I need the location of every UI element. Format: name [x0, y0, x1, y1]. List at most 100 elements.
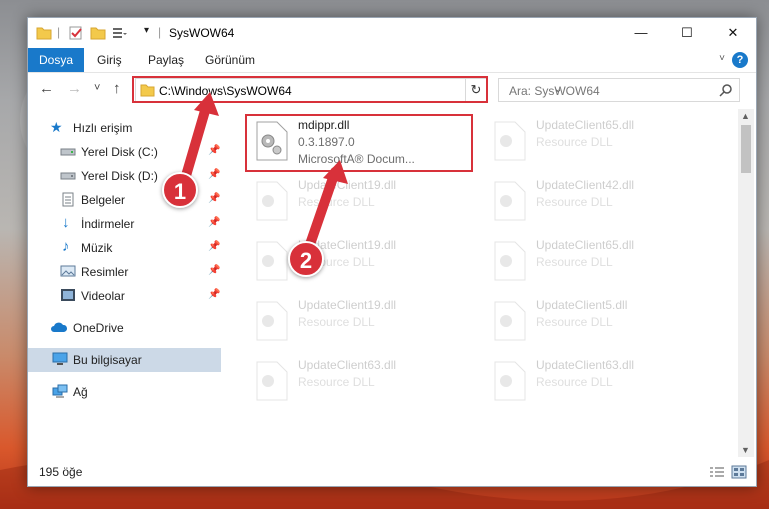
expand-ribbon-icon[interactable]: ˅ [719, 53, 725, 64]
file-item[interactable]: UpdateClient65.dll Resource DLL [487, 235, 712, 293]
sidebar-item-onedrive[interactable]: OneDrive [28, 316, 221, 340]
search-box[interactable]: Ara: SysWOW64 [498, 78, 740, 102]
file-item[interactable]: UpdateClient42.dll Resource DLL [487, 175, 712, 233]
item-count: 195 öğe [39, 465, 83, 479]
file-item[interactable]: UpdateClient19.dll Resource DLL [249, 235, 474, 293]
close-button[interactable]: ✕ [710, 18, 756, 48]
back-button[interactable]: ← [39, 80, 54, 97]
separator: | [57, 25, 61, 39]
quick-access-dropdown-icon[interactable]: ▾ [144, 25, 149, 41]
title-bar: | ▾ | SysWOW64 — ☐ ✕ [28, 18, 756, 48]
sidebar-item-pictures[interactable]: Resimler 📌 [28, 260, 221, 284]
computer-icon [52, 352, 68, 365]
dll-file-icon [256, 181, 288, 221]
sidebar-item-downloads[interactable]: ↓ İndirmeler 📌 [28, 212, 221, 236]
drive-icon [60, 148, 76, 156]
vertical-scrollbar[interactable]: ▲ ▼ [738, 109, 754, 457]
customize-icon[interactable] [111, 25, 127, 41]
status-bar: 195 öğe [28, 459, 756, 486]
dll-file-icon [494, 301, 526, 341]
dll-file-icon [494, 361, 526, 401]
sidebar-item-quick-access[interactable]: ★ Hızlı erişim [28, 116, 221, 140]
file-item[interactable]: UpdateClient65.dll Resource DLL [487, 115, 712, 173]
dll-file-icon [256, 361, 288, 401]
dll-file-icon [494, 241, 526, 281]
details-view-icon[interactable] [709, 466, 725, 478]
file-item[interactable]: UpdateClient63.dll Resource DLL [487, 355, 712, 413]
sidebar-item-videos[interactable]: Videolar 📌 [28, 284, 221, 308]
address-highlight [132, 76, 488, 103]
file-description: Resource DLL [536, 375, 613, 389]
tab-home[interactable]: Giriş [86, 48, 133, 72]
file-description: Resource DLL [298, 375, 375, 389]
sidebar-item-label: Müzik [81, 241, 113, 255]
separator: | [158, 25, 162, 39]
file-item[interactable]: UpdateClient63.dll Resource DLL [249, 355, 474, 413]
downloads-icon: ↓ [62, 214, 70, 231]
file-name: UpdateClient5.dll [536, 298, 628, 312]
maximize-button[interactable]: ☐ [664, 18, 710, 48]
file-name: UpdateClient42.dll [536, 178, 635, 192]
up-button[interactable]: ↑ [113, 80, 121, 97]
navigation-pane: ★ Hızlı erişim Yerel Disk (C:) 📌 Yerel D… [28, 109, 221, 457]
annotation-marker-1: 1 [162, 172, 198, 208]
tab-file[interactable]: Dosya [28, 48, 85, 72]
sidebar-item-label: Videolar [81, 289, 125, 303]
tab-view[interactable]: Görünüm [194, 48, 266, 72]
file-highlight [245, 114, 473, 172]
recent-locations-button[interactable]: ˅ [94, 82, 100, 94]
new-folder-icon[interactable] [90, 25, 106, 41]
scroll-up-icon[interactable]: ▲ [741, 111, 750, 121]
search-input[interactable]: Ara: SysWOW64 [509, 84, 600, 98]
sidebar-item-disk-c[interactable]: Yerel Disk (C:) 📌 [28, 140, 221, 164]
file-description: Resource DLL [536, 135, 613, 149]
folder-icon [36, 27, 52, 40]
sidebar-item-label: OneDrive [73, 321, 124, 335]
sidebar-item-label: Bu bilgisayar [73, 353, 142, 367]
scrollbar-thumb[interactable] [741, 125, 751, 173]
file-description: Resource DLL [536, 315, 613, 329]
file-name: UpdateClient65.dll [536, 238, 635, 252]
file-description: Resource DLL [536, 255, 613, 269]
file-description: Resource DLL [298, 315, 375, 329]
documents-icon [62, 192, 74, 207]
properties-icon[interactable] [68, 25, 84, 41]
cloud-icon [51, 322, 68, 332]
pin-icon[interactable]: 📌 [208, 145, 220, 156]
tiles-view-icon[interactable] [731, 465, 747, 479]
file-item[interactable]: UpdateClient19.dll Resource DLL [249, 175, 474, 233]
pin-icon[interactable]: 📌 [208, 289, 220, 300]
forward-button[interactable]: → [67, 80, 82, 97]
pin-icon[interactable]: 📌 [208, 193, 220, 204]
window-title: SysWOW64 [169, 26, 235, 40]
file-description: Resource DLL [298, 195, 375, 209]
dll-file-icon [494, 181, 526, 221]
star-icon: ★ [50, 119, 63, 135]
sidebar-item-label: Resimler [81, 265, 129, 279]
sidebar-item-music[interactable]: ♪ Müzik 📌 [28, 236, 221, 260]
pictures-icon [60, 265, 76, 277]
sidebar-item-label: Belgeler [81, 193, 126, 207]
network-icon [52, 384, 68, 398]
dll-file-icon [494, 121, 526, 161]
file-name: UpdateClient63.dll [298, 358, 397, 372]
pin-icon[interactable]: 📌 [208, 169, 220, 180]
sidebar-item-label: Ağ [73, 385, 88, 399]
file-item[interactable]: UpdateClient5.dll Resource DLL [487, 295, 712, 353]
music-icon: ♪ [62, 238, 70, 255]
help-button[interactable]: ? [732, 52, 748, 68]
pin-icon[interactable]: 📌 [208, 217, 220, 228]
file-item[interactable]: UpdateClient19.dll Resource DLL [249, 295, 474, 353]
search-icon [719, 84, 732, 97]
scroll-down-icon[interactable]: ▼ [741, 445, 750, 455]
tab-share[interactable]: Paylaş [137, 48, 195, 72]
minimize-button[interactable]: — [618, 18, 664, 48]
annotation-marker-2: 2 [288, 241, 324, 277]
pin-icon[interactable]: 📌 [208, 241, 220, 252]
pin-icon[interactable]: 📌 [208, 265, 220, 276]
drive-icon [60, 172, 76, 180]
sidebar-item-this-pc[interactable]: Bu bilgisayar [28, 348, 221, 372]
sidebar-item-network[interactable]: Ağ [28, 380, 221, 404]
sidebar-item-label: Hızlı erişim [73, 121, 133, 135]
videos-icon [61, 289, 75, 301]
